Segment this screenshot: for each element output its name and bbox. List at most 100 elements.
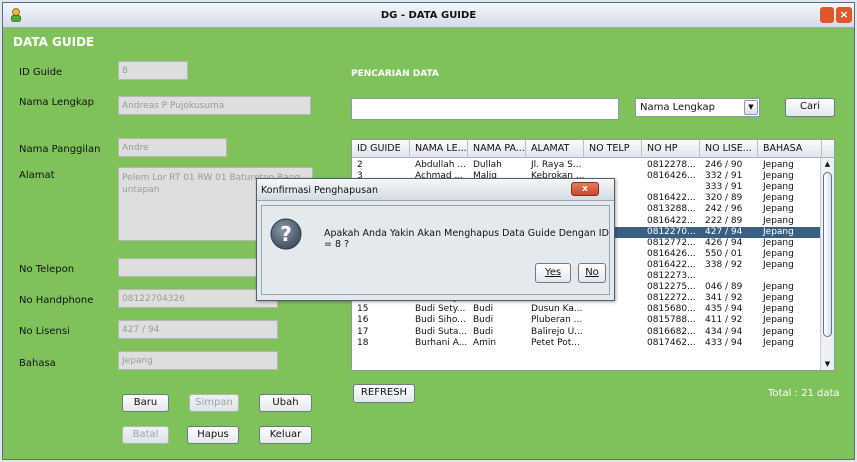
table-cell: 246 / 90 xyxy=(705,160,743,170)
table-scrollbar[interactable]: ▲ ▼ xyxy=(820,158,834,370)
yes-button[interactable]: Yes xyxy=(535,263,571,283)
table-cell: 550 / 01 xyxy=(705,248,743,259)
table-cell: 341 / 92 xyxy=(705,293,743,304)
table-cell: 18 xyxy=(357,337,369,348)
table-cell: 332 / 91 xyxy=(705,171,743,182)
refresh-button[interactable]: REFRESH xyxy=(353,384,415,403)
id-guide-label: ID Guide xyxy=(19,67,63,78)
window-menu-button[interactable] xyxy=(820,7,834,23)
table-cell: 435 / 94 xyxy=(705,304,743,315)
dialog-body: ? Apakah Anda Yakin Akan Menghapus Data … xyxy=(261,205,610,295)
confirm-delete-dialog: Konfirmasi Penghapusan x ? Apakah Anda Y… xyxy=(256,178,615,301)
keluar-button[interactable]: Keluar xyxy=(259,426,312,444)
main-window: DG - DATA GUIDE × DATA GUIDE ID Guide Na… xyxy=(2,2,855,460)
column-header[interactable]: NAMA PA... xyxy=(468,140,526,158)
table-cell: 0813288... xyxy=(647,204,696,215)
table-header: ID GUIDE NAMA LE... NAMA PA... ALAMAT NO… xyxy=(352,140,834,158)
table-cell: Jepang xyxy=(763,215,794,226)
table-cell: Jepang xyxy=(763,259,794,270)
table-cell: Dullah xyxy=(473,160,502,170)
table-cell: 411 / 92 xyxy=(705,315,743,326)
table-cell: Budi xyxy=(473,326,494,337)
table-cell: Budi xyxy=(473,304,494,315)
scroll-up-icon[interactable]: ▲ xyxy=(821,158,834,170)
search-input[interactable] xyxy=(351,98,619,120)
table-cell: 0816422... xyxy=(647,193,696,204)
page-heading: DATA GUIDE xyxy=(13,35,95,49)
column-header[interactable]: NAMA LE... xyxy=(410,140,468,158)
table-cell: 0816682... xyxy=(647,326,696,337)
ubah-button[interactable]: Ubah xyxy=(259,394,312,412)
table-row[interactable]: 18 Burhani A... Amin Petet Pot... 0817462...… xyxy=(352,338,820,349)
table-cell: Petet Pot... xyxy=(531,337,580,348)
nama-lengkap-label: Nama Lengkap xyxy=(19,97,94,108)
column-header[interactable]: NO HP xyxy=(642,140,700,158)
table-cell: Jepang xyxy=(763,248,794,259)
table-cell: 426 / 94 xyxy=(705,237,743,248)
table-cell: 427 / 94 xyxy=(705,226,743,237)
table-cell: 16 xyxy=(357,315,369,326)
search-field-select[interactable]: Nama Lengkap ▼ xyxy=(635,98,760,117)
table-cell xyxy=(700,271,758,282)
chevron-down-icon[interactable]: ▼ xyxy=(744,100,758,115)
id-guide-field[interactable]: 8 xyxy=(118,61,188,80)
table-cell: 333 / 91 xyxy=(705,182,743,193)
title-bar[interactable]: DG - DATA GUIDE × xyxy=(3,3,854,28)
column-header[interactable]: NO TELP xyxy=(584,140,642,158)
table-cell: Jepang xyxy=(763,171,794,182)
table-row[interactable]: 15 Budi Sety... Budi Dusun Ka... 0815680... 4… xyxy=(352,304,820,315)
table-cell: 338 / 92 xyxy=(705,259,743,270)
table-cell: 15 xyxy=(357,304,369,315)
table-cell: 0815680... xyxy=(647,304,696,315)
alamat-label: Alamat xyxy=(19,170,55,181)
column-header[interactable]: ID GUIDE xyxy=(352,140,410,158)
no-lisensi-field[interactable]: 427 / 94 xyxy=(118,320,278,339)
table-cell: Burhani A... xyxy=(415,337,468,348)
table-cell: 242 / 96 xyxy=(705,204,743,215)
table-cell: Jepang xyxy=(763,237,794,248)
scroll-down-icon[interactable]: ▼ xyxy=(821,358,834,370)
table-cell: Jl. Raya S... xyxy=(531,160,582,170)
table-cell: Abdullah ... xyxy=(415,160,466,170)
no-handphone-field[interactable]: 08122704326 xyxy=(118,289,278,308)
table-cell xyxy=(584,160,642,171)
column-header[interactable]: ALAMAT xyxy=(526,140,584,158)
nama-panggilan-field[interactable]: Andre xyxy=(118,138,227,157)
bahasa-field[interactable]: Jepang xyxy=(118,351,278,370)
table-cell: 0816426... xyxy=(647,171,696,182)
dialog-message: Apakah Anda Yakin Akan Menghapus Data Gu… xyxy=(324,228,609,250)
column-header[interactable]: BAHASA xyxy=(758,140,822,158)
table-cell: 433 / 94 xyxy=(705,337,743,348)
table-row[interactable]: 2 Abdullah ... Dullah Jl. Raya S... 0812278.… xyxy=(352,160,820,171)
table-cell xyxy=(584,315,642,326)
nama-lengkap-field[interactable]: Andreas P Pujokusuma xyxy=(118,96,311,115)
bahasa-label: Bahasa xyxy=(19,358,56,369)
table-cell: Jepang xyxy=(763,226,794,237)
no-telepon-field[interactable] xyxy=(118,258,278,277)
table-cell: 0812272... xyxy=(647,293,696,304)
total-count: Total : 21 data xyxy=(768,388,840,399)
window-title: DG - DATA GUIDE xyxy=(380,10,477,21)
nama-panggilan-label: Nama Panggilan xyxy=(19,144,101,155)
table-cell: 0812273... xyxy=(647,271,696,281)
no-telepon-label: No Telepon xyxy=(19,264,75,275)
no-button[interactable]: No xyxy=(578,263,606,283)
batal-button[interactable]: Batal xyxy=(122,426,169,444)
table-cell: 0815788... xyxy=(647,315,696,326)
simpan-button[interactable]: Simpan xyxy=(189,394,239,412)
close-window-button[interactable]: × xyxy=(836,7,852,23)
cari-button[interactable]: Cari xyxy=(785,98,835,117)
table-row[interactable]: 16 Budi Siho... Budi Pluberan ... 0815788...… xyxy=(352,315,820,326)
table-cell: Jepang xyxy=(763,204,794,215)
table-cell xyxy=(758,271,820,282)
dialog-title-bar[interactable]: Konfirmasi Penghapusan x xyxy=(257,179,614,201)
scrollbar-thumb[interactable] xyxy=(823,172,832,337)
column-header[interactable]: NO LISE... xyxy=(700,140,758,158)
no-label: No xyxy=(585,267,599,278)
table-cell: 222 / 89 xyxy=(705,215,743,226)
baru-button[interactable]: Baru xyxy=(122,394,169,412)
table-row[interactable]: 17 Budi Suta... Budi Balirejo U... 0816682..… xyxy=(352,327,820,338)
table-cell: Budi Sety... xyxy=(415,304,466,315)
dialog-close-button[interactable]: x xyxy=(571,182,599,196)
hapus-button[interactable]: Hapus xyxy=(187,426,239,444)
